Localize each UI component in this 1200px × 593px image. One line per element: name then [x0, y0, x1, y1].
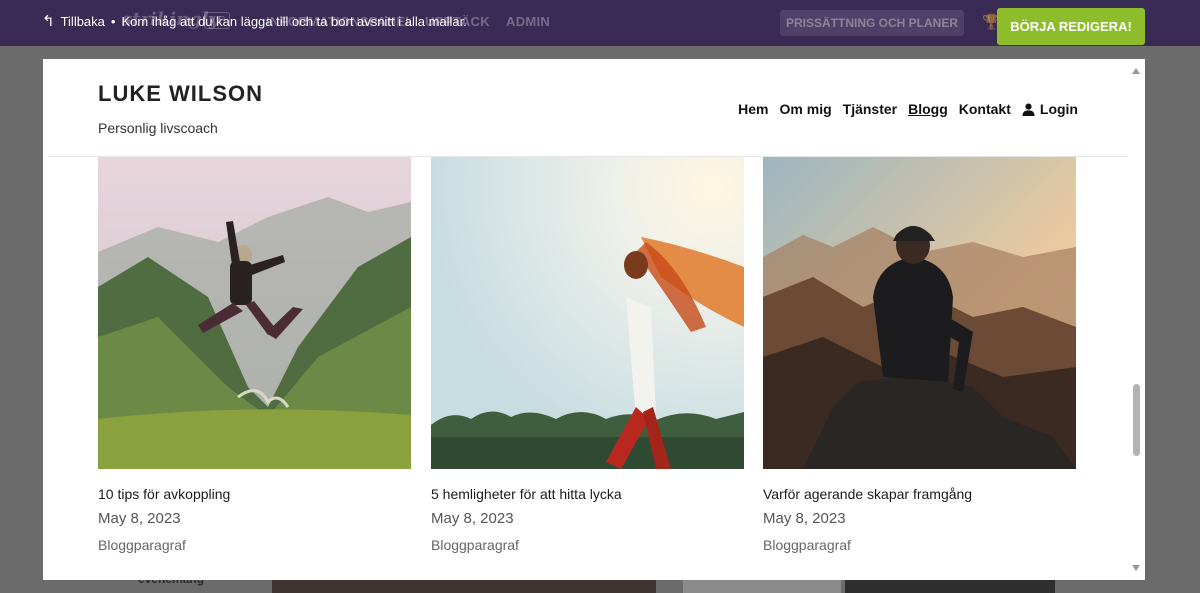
- nav-services[interactable]: Tjänster: [843, 101, 897, 117]
- nav-contact[interactable]: Kontakt: [959, 101, 1011, 117]
- post-paragraph: Bloggparagraf: [98, 537, 186, 553]
- post-title[interactable]: 5 hemligheter för att hitta lycka: [431, 486, 744, 502]
- post-paragraph: Bloggparagraf: [431, 537, 519, 553]
- scroll-down-arrow-icon[interactable]: [1132, 565, 1140, 571]
- start-editing-button[interactable]: BÖRJA REDIGERA!: [997, 8, 1145, 45]
- background-image: [683, 580, 841, 593]
- nav-admin[interactable]: ADMIN: [506, 14, 550, 29]
- site-nav: Hem Om mig Tjänster Blogg Kontakt Login: [738, 101, 1078, 117]
- scrollbar[interactable]: [1128, 59, 1145, 580]
- sunset-dancer-photo[interactable]: [431, 157, 744, 469]
- mountain-jump-photo[interactable]: [98, 157, 411, 469]
- scroll-up-arrow-icon[interactable]: [1132, 68, 1140, 74]
- post-date: May 8, 2023: [98, 510, 181, 527]
- back-arrow-icon[interactable]: ↰: [42, 14, 55, 29]
- mountain-sitter-photo[interactable]: [763, 157, 1076, 469]
- nav-about[interactable]: Om mig: [780, 101, 832, 117]
- post-date: May 8, 2023: [763, 510, 846, 527]
- nav-blog[interactable]: Blogg: [908, 101, 948, 117]
- post-title[interactable]: 10 tips för avkoppling: [98, 486, 411, 502]
- post-paragraph: Bloggparagraf: [763, 537, 851, 553]
- post-date: May 8, 2023: [431, 510, 514, 527]
- blog-posts: 10 tips för avkoppling May 8, 2023 Blogg…: [98, 157, 1078, 577]
- post-title[interactable]: Varför agerande skapar framgång: [763, 486, 1076, 502]
- template-preview: LUKE WILSON Personlig livscoach Hem Om m…: [43, 59, 1145, 580]
- back-link[interactable]: Tillbaka: [61, 14, 105, 29]
- back-notice: ↰ Tillbaka • Kom ihåg att du kan lägga t…: [42, 14, 467, 29]
- login-label: Login: [1039, 101, 1078, 117]
- scrollbar-thumb[interactable]: [1133, 384, 1140, 456]
- template-notice: Kom ihåg att du kan lägga till och ta bo…: [121, 14, 467, 29]
- site-subtitle: Personlig livscoach: [98, 120, 218, 136]
- nav-login[interactable]: Login: [1022, 101, 1078, 117]
- blog-card[interactable]: 10 tips för avkoppling May 8, 2023 Blogg…: [98, 157, 411, 553]
- background-image: [272, 580, 656, 593]
- top-bar: strikingly VIP INFORMATIONSPANEL UPPTÄCK…: [0, 0, 1200, 46]
- pricing-button[interactable]: PRISSÄTTNING OCH PLANER: [780, 10, 964, 36]
- user-icon: [1022, 103, 1035, 116]
- blog-card[interactable]: 5 hemligheter för att hitta lycka May 8,…: [431, 157, 744, 553]
- separator: •: [110, 14, 116, 29]
- nav-home[interactable]: Hem: [738, 101, 768, 117]
- background-image: [845, 580, 1055, 593]
- site-header: LUKE WILSON Personlig livscoach Hem Om m…: [48, 59, 1128, 157]
- blog-card[interactable]: Varför agerande skapar framgång May 8, 2…: [763, 157, 1076, 553]
- site-title[interactable]: LUKE WILSON: [98, 81, 263, 107]
